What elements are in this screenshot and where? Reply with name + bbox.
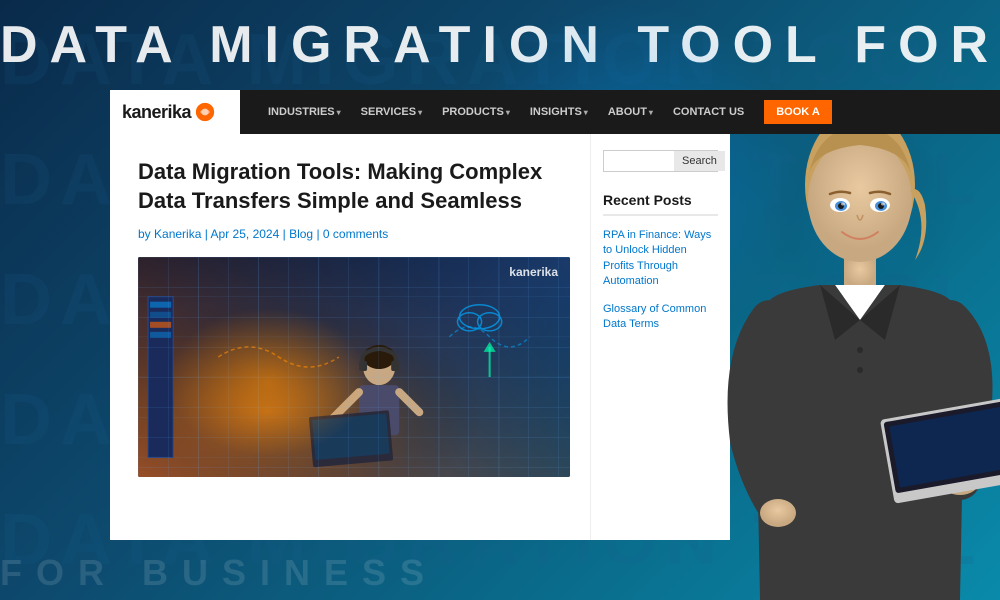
bottom-text-content: FOR BUSINESS bbox=[0, 552, 438, 594]
article-featured-image: kanerika bbox=[138, 257, 570, 477]
article-title: Data Migration Tools: Making Complex Dat… bbox=[138, 158, 570, 215]
chevron-down-icon: ▾ bbox=[506, 108, 510, 117]
article-meta: by Kanerika | Apr 25, 2024 | Blog | 0 co… bbox=[138, 227, 570, 241]
nav-industries[interactable]: INDUSTRIES ▾ bbox=[260, 102, 349, 122]
chevron-down-icon: ▾ bbox=[649, 108, 653, 117]
meta-prefix: by bbox=[138, 227, 151, 241]
chevron-down-icon: ▾ bbox=[337, 108, 341, 117]
navbar: INDUSTRIES ▾ SERVICES ▾ PRODUCTS ▾ INSIG… bbox=[240, 90, 1000, 134]
chevron-down-icon: ▾ bbox=[418, 108, 422, 117]
logo-text: kanerika bbox=[122, 102, 191, 123]
nav-items: INDUSTRIES ▾ SERVICES ▾ PRODUCTS ▾ INSIG… bbox=[260, 100, 980, 124]
tech-glow-effect bbox=[168, 307, 368, 457]
nav-insights[interactable]: INSIGHTS ▾ bbox=[522, 102, 596, 122]
logo-icon bbox=[195, 102, 215, 122]
nav-products[interactable]: PRODUCTS ▾ bbox=[434, 102, 518, 122]
meta-category[interactable]: Blog bbox=[289, 227, 313, 241]
business-woman-figure bbox=[620, 60, 1000, 600]
meta-author[interactable]: Kanerika bbox=[154, 227, 201, 241]
image-watermark: kanerika bbox=[509, 265, 558, 279]
nav-services[interactable]: SERVICES ▾ bbox=[353, 102, 430, 122]
chevron-down-icon: ▾ bbox=[584, 108, 588, 117]
logo-area[interactable]: kanerika bbox=[110, 90, 240, 134]
meta-comments[interactable]: 0 comments bbox=[323, 227, 388, 241]
meta-date: Apr 25, 2024 bbox=[211, 227, 280, 241]
nav-book-button[interactable]: BOOK A bbox=[764, 100, 832, 124]
main-article: Data Migration Tools: Making Complex Dat… bbox=[110, 134, 590, 540]
nav-contact[interactable]: CONTACT US bbox=[665, 102, 752, 122]
nav-about[interactable]: ABOUT ▾ bbox=[600, 102, 661, 122]
